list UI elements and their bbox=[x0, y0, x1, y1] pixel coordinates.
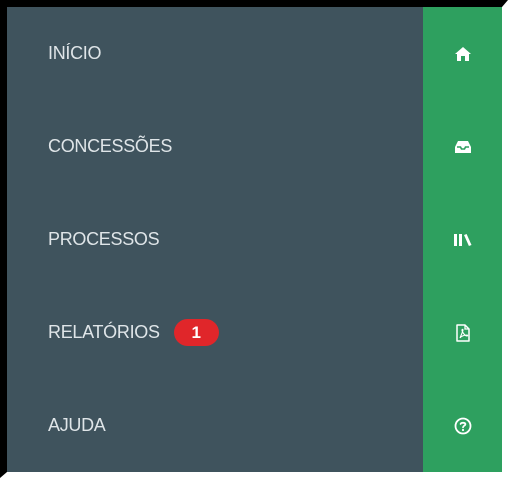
menu-item-ajuda[interactable]: AJUDA bbox=[7, 379, 423, 472]
icon-rail bbox=[423, 7, 502, 472]
menu-item-label: RELATÓRIOS bbox=[48, 322, 160, 342]
notification-badge: 1 bbox=[173, 319, 219, 346]
menu-item-relatorios[interactable]: RELATÓRIOS 1 bbox=[7, 286, 423, 379]
sidebar-menu: INÍCIO CONCESSÕES PROCESSOS RELATÓRIOS 1… bbox=[7, 7, 423, 472]
rail-button-relatorios[interactable] bbox=[423, 286, 502, 379]
help-circle-icon bbox=[454, 417, 472, 435]
rail-button-inicio[interactable] bbox=[423, 7, 502, 100]
menu-item-label: PROCESSOS bbox=[48, 229, 160, 249]
menu-item-concessoes[interactable]: CONCESSÕES bbox=[7, 100, 423, 193]
home-icon bbox=[454, 46, 472, 62]
inbox-tray-icon bbox=[454, 140, 472, 154]
menu-item-label: CONCESSÕES bbox=[48, 136, 173, 156]
books-icon bbox=[453, 233, 473, 247]
menu-item-label: AJUDA bbox=[48, 415, 106, 435]
rail-button-processos[interactable] bbox=[423, 193, 502, 286]
menu-item-label: INÍCIO bbox=[48, 43, 102, 63]
rail-button-ajuda[interactable] bbox=[423, 379, 502, 472]
pdf-file-icon bbox=[455, 323, 471, 342]
menu-item-inicio[interactable]: INÍCIO bbox=[7, 7, 423, 100]
menu-item-processos[interactable]: PROCESSOS bbox=[7, 193, 423, 286]
rail-button-concessoes[interactable] bbox=[423, 100, 502, 193]
